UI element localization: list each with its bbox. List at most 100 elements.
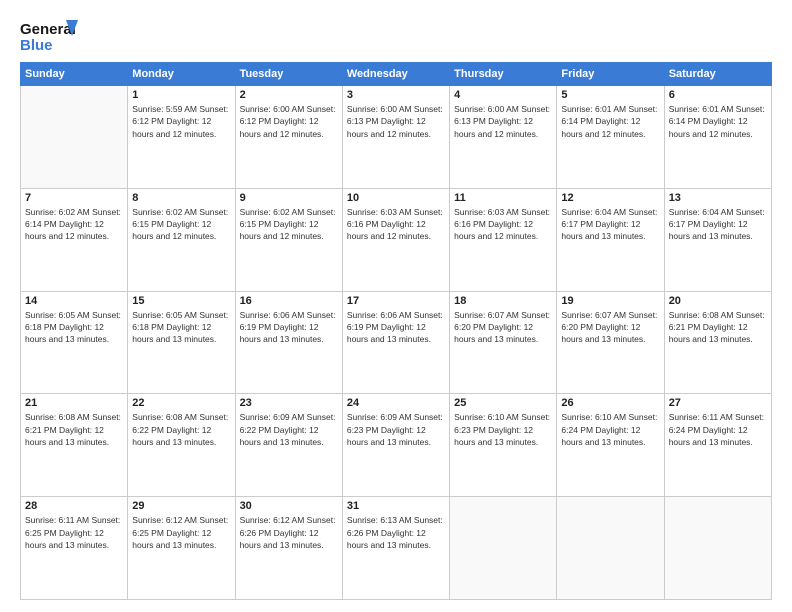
day-info: Sunrise: 6:00 AM Sunset: 6:13 PM Dayligh… bbox=[454, 103, 552, 140]
calendar-cell: 7 Sunrise: 6:02 AM Sunset: 6:14 PM Daylig… bbox=[21, 188, 128, 291]
day-number: 26 bbox=[561, 397, 659, 409]
day-info: Sunrise: 6:08 AM Sunset: 6:21 PM Dayligh… bbox=[669, 309, 767, 346]
day-number: 12 bbox=[561, 192, 659, 204]
day-number: 28 bbox=[25, 500, 123, 512]
calendar-header-sunday: Sunday bbox=[21, 63, 128, 86]
calendar-cell: 21Sunrise: 6:08 AM Sunset: 6:21 PM Dayli… bbox=[21, 394, 128, 497]
day-number: 7 bbox=[25, 192, 123, 204]
calendar-header-thursday: Thursday bbox=[450, 63, 557, 86]
calendar-cell: 18 Sunrise: 6:07 AM Sunset: 6:20 PM Dayli… bbox=[450, 291, 557, 394]
day-number: 6 bbox=[669, 89, 767, 101]
day-number: 23 bbox=[240, 397, 338, 409]
calendar-cell: 31 Sunrise: 6:13 AM Sunset: 6:26 PM Dayli… bbox=[342, 497, 449, 600]
header: GeneralBlue bbox=[20, 18, 772, 54]
calendar-cell: 19 Sunrise: 6:07 AM Sunset: 6:20 PM Dayli… bbox=[557, 291, 664, 394]
calendar-cell: 28Sunrise: 6:11 AM Sunset: 6:25 PM Dayli… bbox=[21, 497, 128, 600]
day-info: Sunrise: 6:13 AM Sunset: 6:26 PM Dayligh… bbox=[347, 514, 445, 551]
day-number: 11 bbox=[454, 192, 552, 204]
calendar-week-2: 14 Sunrise: 6:05 AM Sunset: 6:18 PM Dayli… bbox=[21, 291, 772, 394]
day-number: 22 bbox=[132, 397, 230, 409]
day-number: 25 bbox=[454, 397, 552, 409]
day-number: 17 bbox=[347, 295, 445, 307]
day-info: Sunrise: 6:07 AM Sunset: 6:20 PM Dayligh… bbox=[561, 309, 659, 346]
day-info: Sunrise: 6:05 AM Sunset: 6:18 PM Dayligh… bbox=[132, 309, 230, 346]
day-number: 8 bbox=[132, 192, 230, 204]
calendar-cell: 27 Sunrise: 6:11 AM Sunset: 6:24 PM Dayli… bbox=[664, 394, 771, 497]
calendar-header-monday: Monday bbox=[128, 63, 235, 86]
day-info: Sunrise: 6:00 AM Sunset: 6:12 PM Dayligh… bbox=[240, 103, 338, 140]
logo: GeneralBlue bbox=[20, 18, 80, 54]
day-info: Sunrise: 6:10 AM Sunset: 6:24 PM Dayligh… bbox=[561, 411, 659, 448]
calendar-cell: 8Sunrise: 6:02 AM Sunset: 6:15 PM Daylig… bbox=[128, 188, 235, 291]
calendar-week-3: 21Sunrise: 6:08 AM Sunset: 6:21 PM Dayli… bbox=[21, 394, 772, 497]
calendar-header-saturday: Saturday bbox=[664, 63, 771, 86]
day-info: Sunrise: 6:02 AM Sunset: 6:14 PM Dayligh… bbox=[25, 206, 123, 243]
calendar-cell: 13 Sunrise: 6:04 AM Sunset: 6:17 PM Dayli… bbox=[664, 188, 771, 291]
day-number: 4 bbox=[454, 89, 552, 101]
day-number: 29 bbox=[132, 500, 230, 512]
calendar-cell bbox=[664, 497, 771, 600]
day-info: Sunrise: 6:00 AM Sunset: 6:13 PM Dayligh… bbox=[347, 103, 445, 140]
calendar-cell: 16 Sunrise: 6:06 AM Sunset: 6:19 PM Dayli… bbox=[235, 291, 342, 394]
day-number: 27 bbox=[669, 397, 767, 409]
calendar-cell: 5Sunrise: 6:01 AM Sunset: 6:14 PM Daylig… bbox=[557, 86, 664, 189]
calendar-cell bbox=[21, 86, 128, 189]
calendar-cell: 23 Sunrise: 6:09 AM Sunset: 6:22 PM Dayli… bbox=[235, 394, 342, 497]
day-info: Sunrise: 6:11 AM Sunset: 6:24 PM Dayligh… bbox=[669, 411, 767, 448]
calendar-cell: 11Sunrise: 6:03 AM Sunset: 6:16 PM Dayli… bbox=[450, 188, 557, 291]
day-number: 15 bbox=[132, 295, 230, 307]
calendar-cell: 1Sunrise: 5:59 AM Sunset: 6:12 PM Daylig… bbox=[128, 86, 235, 189]
day-info: Sunrise: 6:05 AM Sunset: 6:18 PM Dayligh… bbox=[25, 309, 123, 346]
calendar-cell: 22 Sunrise: 6:08 AM Sunset: 6:22 PM Dayli… bbox=[128, 394, 235, 497]
day-info: Sunrise: 6:04 AM Sunset: 6:17 PM Dayligh… bbox=[561, 206, 659, 243]
day-info: Sunrise: 6:02 AM Sunset: 6:15 PM Dayligh… bbox=[240, 206, 338, 243]
calendar-table: SundayMondayTuesdayWednesdayThursdayFrid… bbox=[20, 62, 772, 600]
day-number: 13 bbox=[669, 192, 767, 204]
day-info: Sunrise: 6:08 AM Sunset: 6:22 PM Dayligh… bbox=[132, 411, 230, 448]
day-info: Sunrise: 6:01 AM Sunset: 6:14 PM Dayligh… bbox=[669, 103, 767, 140]
calendar-header-wednesday: Wednesday bbox=[342, 63, 449, 86]
day-info: Sunrise: 6:03 AM Sunset: 6:16 PM Dayligh… bbox=[347, 206, 445, 243]
day-number: 5 bbox=[561, 89, 659, 101]
page: GeneralBlue SundayMondayTuesdayWednesday… bbox=[0, 0, 792, 612]
day-number: 3 bbox=[347, 89, 445, 101]
day-info: Sunrise: 6:04 AM Sunset: 6:17 PM Dayligh… bbox=[669, 206, 767, 243]
day-info: Sunrise: 6:09 AM Sunset: 6:22 PM Dayligh… bbox=[240, 411, 338, 448]
day-number: 20 bbox=[669, 295, 767, 307]
calendar-cell: 14 Sunrise: 6:05 AM Sunset: 6:18 PM Dayli… bbox=[21, 291, 128, 394]
calendar-cell bbox=[450, 497, 557, 600]
logo-svg: GeneralBlue bbox=[20, 18, 80, 54]
calendar-cell: 24Sunrise: 6:09 AM Sunset: 6:23 PM Dayli… bbox=[342, 394, 449, 497]
day-number: 31 bbox=[347, 500, 445, 512]
day-number: 1 bbox=[132, 89, 230, 101]
calendar-cell: 20 Sunrise: 6:08 AM Sunset: 6:21 PM Dayli… bbox=[664, 291, 771, 394]
calendar-week-4: 28Sunrise: 6:11 AM Sunset: 6:25 PM Dayli… bbox=[21, 497, 772, 600]
calendar-cell: 10 Sunrise: 6:03 AM Sunset: 6:16 PM Dayli… bbox=[342, 188, 449, 291]
day-info: Sunrise: 6:12 AM Sunset: 6:25 PM Dayligh… bbox=[132, 514, 230, 551]
day-number: 24 bbox=[347, 397, 445, 409]
calendar-cell: 4 Sunrise: 6:00 AM Sunset: 6:13 PM Daylig… bbox=[450, 86, 557, 189]
calendar-cell: 2Sunrise: 6:00 AM Sunset: 6:12 PM Daylig… bbox=[235, 86, 342, 189]
calendar-cell: 12 Sunrise: 6:04 AM Sunset: 6:17 PM Dayli… bbox=[557, 188, 664, 291]
day-number: 18 bbox=[454, 295, 552, 307]
calendar-header-tuesday: Tuesday bbox=[235, 63, 342, 86]
calendar-cell: 15 Sunrise: 6:05 AM Sunset: 6:18 PM Dayli… bbox=[128, 291, 235, 394]
day-number: 19 bbox=[561, 295, 659, 307]
calendar-cell: 25 Sunrise: 6:10 AM Sunset: 6:23 PM Dayli… bbox=[450, 394, 557, 497]
day-number: 10 bbox=[347, 192, 445, 204]
calendar-header-friday: Friday bbox=[557, 63, 664, 86]
calendar-week-0: 1Sunrise: 5:59 AM Sunset: 6:12 PM Daylig… bbox=[21, 86, 772, 189]
day-info: Sunrise: 6:06 AM Sunset: 6:19 PM Dayligh… bbox=[240, 309, 338, 346]
day-info: Sunrise: 6:12 AM Sunset: 6:26 PM Dayligh… bbox=[240, 514, 338, 551]
day-number: 16 bbox=[240, 295, 338, 307]
calendar-cell: 9Sunrise: 6:02 AM Sunset: 6:15 PM Daylig… bbox=[235, 188, 342, 291]
day-info: Sunrise: 6:10 AM Sunset: 6:23 PM Dayligh… bbox=[454, 411, 552, 448]
day-info: Sunrise: 6:06 AM Sunset: 6:19 PM Dayligh… bbox=[347, 309, 445, 346]
svg-text:Blue: Blue bbox=[20, 37, 53, 54]
calendar-cell: 3 Sunrise: 6:00 AM Sunset: 6:13 PM Daylig… bbox=[342, 86, 449, 189]
calendar-header-row: SundayMondayTuesdayWednesdayThursdayFrid… bbox=[21, 63, 772, 86]
day-info: Sunrise: 6:07 AM Sunset: 6:20 PM Dayligh… bbox=[454, 309, 552, 346]
day-number: 30 bbox=[240, 500, 338, 512]
calendar-week-1: 7 Sunrise: 6:02 AM Sunset: 6:14 PM Daylig… bbox=[21, 188, 772, 291]
day-number: 14 bbox=[25, 295, 123, 307]
